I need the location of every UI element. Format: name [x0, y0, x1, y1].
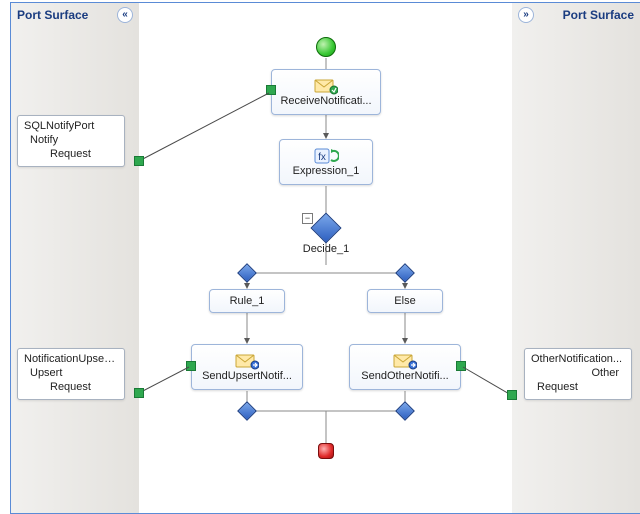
collapse-left-icon[interactable]: « [117, 7, 133, 23]
receive-label: ReceiveNotificati... [280, 95, 371, 107]
send-icon [393, 352, 417, 370]
send-other-shape[interactable]: SendOtherNotifi... [349, 344, 461, 390]
send-upsert-shape[interactable]: SendUpsertNotif... [191, 344, 303, 390]
send-icon [235, 352, 259, 370]
sqlnotify-request-handle[interactable] [134, 156, 144, 166]
port-sqlnotify[interactable]: SQLNotifyPort Notify Request [17, 115, 125, 167]
port-other-notification[interactable]: OtherNotification... Other Request [524, 348, 632, 400]
port-notification-upsert-request: Request [50, 381, 118, 393]
expression-shape[interactable]: fx Expression_1 [279, 139, 373, 185]
othernotif-request-handle[interactable] [507, 390, 517, 400]
else-shape[interactable]: Else [367, 289, 443, 313]
port-notification-upsert[interactable]: NotificationUpsert... Upsert Request [17, 348, 125, 400]
port-surface-left-title: Port Surface [17, 8, 88, 22]
send-other-port-handle[interactable] [456, 361, 466, 371]
port-sqlnotify-request: Request [50, 148, 118, 160]
merge-left-diamond [237, 401, 257, 421]
receive-shape[interactable]: ReceiveNotificati... [271, 69, 381, 115]
merge-right-diamond [395, 401, 415, 421]
receive-icon [314, 77, 338, 95]
designer-canvas: Port Surface « SQLNotifyPort Notify Requ… [10, 2, 640, 514]
expand-right-icon[interactable]: » [518, 7, 534, 23]
port-surface-left-header: Port Surface « [11, 3, 139, 27]
branch-left-diamond [237, 263, 257, 283]
svg-text:fx: fx [318, 152, 326, 163]
port-surface-right: » Port Surface OtherNotification... Othe… [512, 3, 640, 513]
port-other-notification-request: Request [537, 381, 625, 393]
receive-port-handle[interactable] [266, 85, 276, 95]
port-notification-upsert-operation: Upsert [30, 367, 118, 379]
start-shape[interactable] [316, 37, 336, 57]
send-upsert-port-handle[interactable] [186, 361, 196, 371]
orchestration-area[interactable]: ReceiveNotificati... fx Expression_1 − D… [139, 3, 512, 513]
port-surface-right-title: Port Surface [563, 8, 634, 22]
port-other-notification-title: OtherNotification... [531, 353, 625, 365]
else-label: Else [394, 295, 415, 307]
decide-diamond[interactable] [310, 212, 341, 243]
port-sqlnotify-operation: Notify [30, 134, 118, 146]
port-notification-upsert-title: NotificationUpsert... [24, 353, 118, 365]
decide-label: Decide_1 [299, 243, 353, 255]
branch-right-diamond [395, 263, 415, 283]
port-sqlnotify-title: SQLNotifyPort [24, 120, 118, 132]
port-other-notification-operation: Other [531, 367, 619, 379]
expression-icon: fx [313, 147, 339, 165]
rule-shape[interactable]: Rule_1 [209, 289, 285, 313]
expression-label: Expression_1 [293, 165, 360, 177]
rule-label: Rule_1 [230, 295, 265, 307]
end-shape[interactable] [318, 443, 334, 459]
port-surface-left: Port Surface « SQLNotifyPort Notify Requ… [11, 3, 139, 513]
port-surface-right-header: » Port Surface [512, 3, 640, 27]
send-upsert-label: SendUpsertNotif... [202, 370, 292, 382]
notifupsert-request-handle[interactable] [134, 388, 144, 398]
decide-toggle[interactable]: − [302, 213, 313, 224]
send-other-label: SendOtherNotifi... [361, 370, 448, 382]
